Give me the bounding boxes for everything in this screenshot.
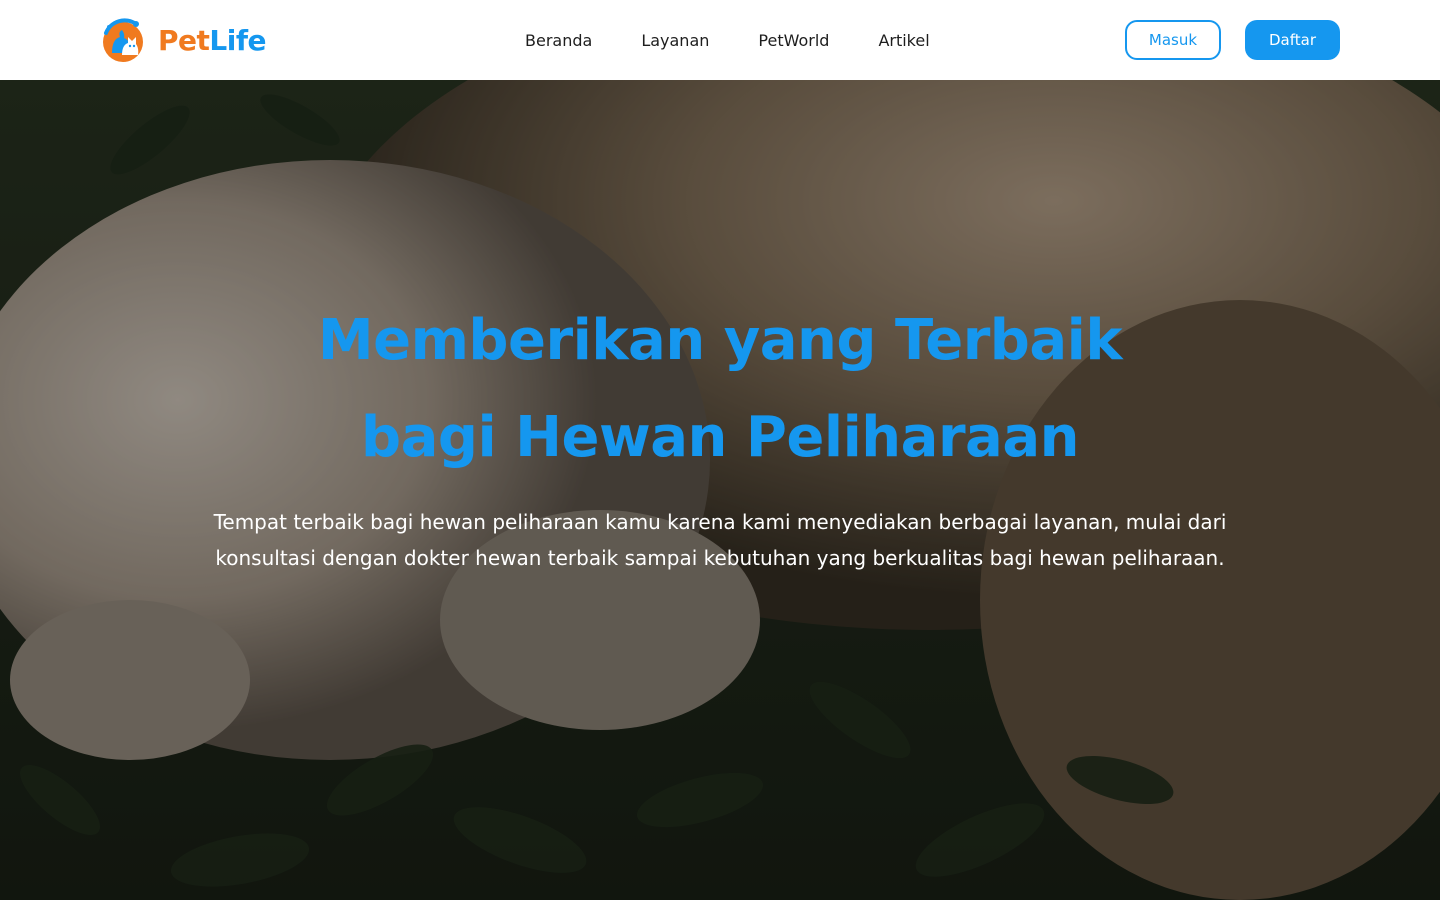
brand-logo[interactable]: PetLife — [98, 15, 267, 65]
nav-link-artikel[interactable]: Artikel — [878, 31, 929, 50]
nav-link-petworld[interactable]: PetWorld — [758, 31, 829, 50]
hero-description: Tempat terbaik bagi hewan peliharaan kam… — [213, 510, 1227, 570]
hero-title-line-2: bagi Hewan Peliharaan — [360, 405, 1080, 470]
brand-name-life: Life — [209, 23, 267, 57]
hero-section: Memberikan yang Terbaik bagi Hewan Pelih… — [0, 80, 1440, 900]
login-button[interactable]: Masuk — [1125, 20, 1221, 60]
register-button[interactable]: Daftar — [1245, 20, 1340, 60]
nav-link-layanan[interactable]: Layanan — [641, 31, 709, 50]
main-nav: Beranda Layanan PetWorld Artikel — [525, 0, 930, 80]
hero-title-line-1: Memberikan yang Terbaik — [317, 308, 1123, 373]
pet-logo-icon — [103, 18, 143, 62]
hero-overlay — [0, 80, 1440, 900]
brand-name-pet: Pet — [158, 23, 210, 57]
navbar: PetLife Beranda Layanan PetWorld Artikel… — [0, 0, 1440, 80]
hero-title: Memberikan yang Terbaik bagi Hewan Pelih… — [0, 292, 1440, 486]
brand-name: PetLife — [158, 23, 267, 57]
nav-link-beranda[interactable]: Beranda — [525, 31, 592, 50]
